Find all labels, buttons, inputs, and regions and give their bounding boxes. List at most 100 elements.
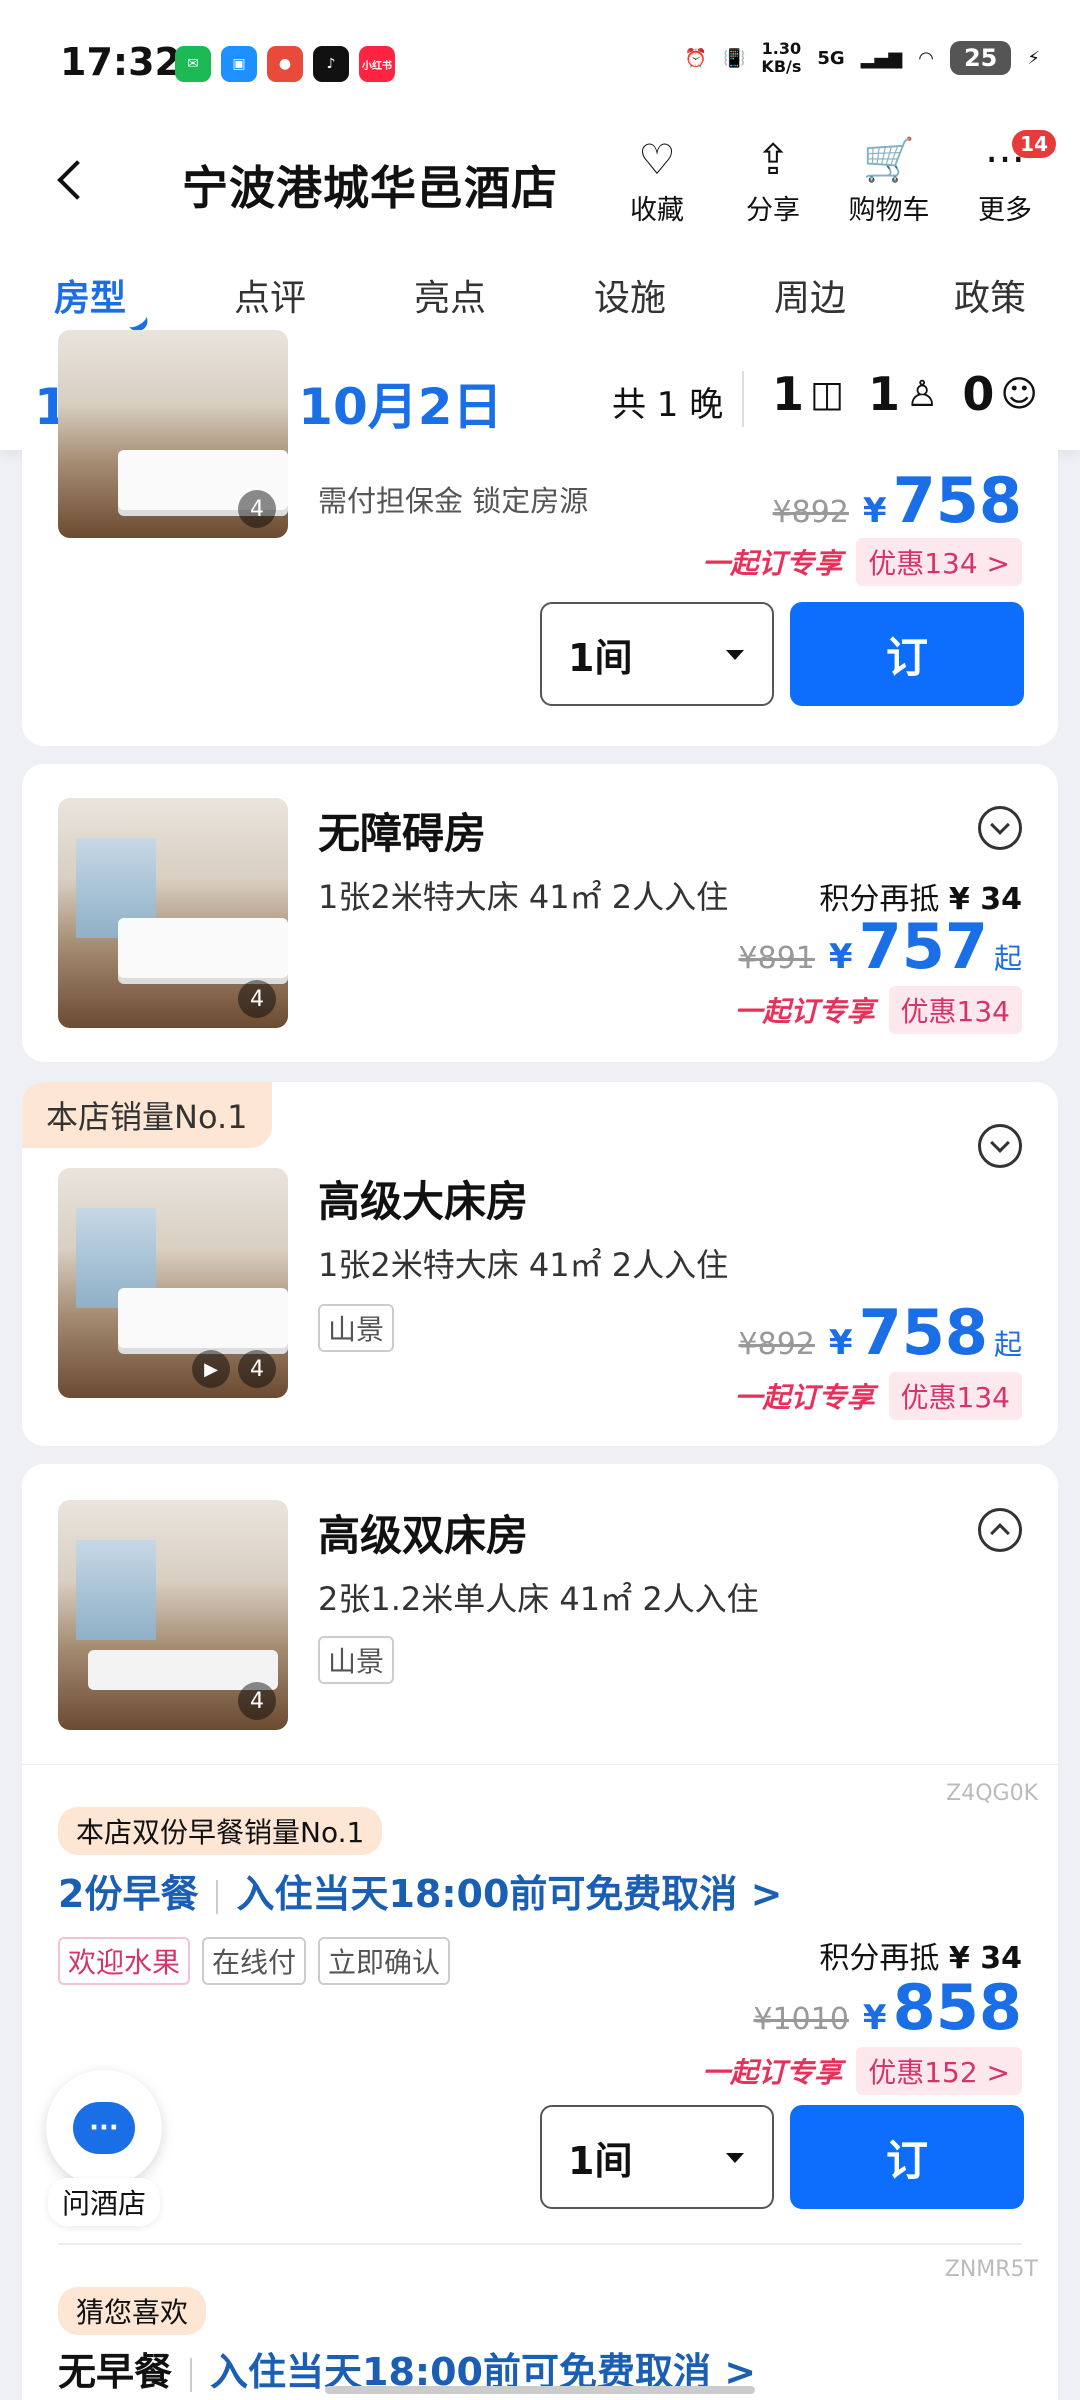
room-spec: 2张1.2米单人床 41㎡ 2人入住 — [318, 1580, 759, 1618]
chat-icon[interactable]: ··· — [46, 2070, 162, 2186]
tag-label: 山景 — [318, 1304, 395, 1352]
share-action[interactable]: ⇪ 分享 — [728, 134, 818, 227]
discount-badge: 优惠134 — [888, 986, 1022, 1034]
more-action[interactable]: ··· 更多 14 — [960, 130, 1056, 227]
chat-bubble: ··· — [73, 2102, 135, 2154]
adult-count: 1 — [868, 367, 901, 421]
currency: ¥ — [828, 937, 853, 977]
play-icon[interactable]: ▶ — [192, 1350, 230, 1388]
book-button[interactable]: 订 — [790, 2105, 1024, 2209]
plan-tag: 在线付 — [202, 1937, 307, 1985]
promo-row[interactable]: 一起订专享 优惠152 > — [702, 2047, 1022, 2095]
room-card[interactable]: 本店销量No.1 ▶ 4 高级大床房 1张2米特大床 41㎡ 2人入住 山景 ¥… — [22, 1082, 1058, 1446]
tab-2[interactable]: 亮点 — [414, 269, 486, 321]
bed-shape — [118, 918, 288, 978]
room-quantity-select[interactable]: 1间 — [540, 602, 774, 706]
nights-count: 共 1 晚 — [612, 385, 724, 425]
wifi-icon: ◠ — [918, 47, 934, 69]
hotel-title: 宁波港城华邑酒店 — [182, 161, 558, 215]
action-label: 收藏 — [630, 195, 684, 226]
bestseller-badge: 本店销量No.1 — [22, 1082, 272, 1148]
price: 757 — [858, 910, 988, 983]
dropdown-arrow-icon — [726, 650, 744, 660]
photo-count: 4 — [238, 980, 276, 1018]
plan-code: ZNMR5T — [944, 2257, 1038, 2282]
notification-badge: 14 — [1012, 130, 1056, 158]
divider — [190, 2357, 193, 2392]
plan-badge: 本店双份早餐销量No.1 — [58, 1807, 383, 1855]
price: 758 — [892, 464, 1022, 537]
promo-brand: 一起订专享 — [702, 547, 843, 580]
price-row: ¥892 ¥ 758 起 — [739, 1296, 1022, 1369]
price-row: ¥1010 ¥ 858 — [753, 1971, 1022, 2044]
plan-tags: 欢迎水果 在线付 立即确认 — [58, 1937, 451, 1985]
ask-hotel-label: 问酒店 — [47, 2178, 160, 2226]
back-arrow-icon — [57, 160, 97, 200]
dropdown-arrow-icon — [726, 2153, 744, 2163]
original-price: ¥892 — [738, 1327, 815, 1362]
room-photo[interactable]: 4 — [58, 798, 288, 1028]
room-card[interactable]: 4 无障碍房 1张2米特大床 41㎡ 2人入住 积分再抵 ¥ 34 ¥891 ¥… — [22, 764, 1058, 1062]
view-tag: 山景 — [318, 1636, 395, 1684]
xiaohongshu-icon: 小红书 — [359, 46, 395, 82]
room-photo[interactable]: 4 — [58, 1500, 288, 1730]
tab-4[interactable]: 周边 — [774, 269, 846, 321]
cart-action[interactable]: 🛒 购物车 — [844, 134, 934, 227]
original-price: ¥1010 — [753, 2002, 849, 2037]
person-icon: ♙ — [906, 373, 939, 415]
signal-icon: ▂▄▆ — [860, 47, 903, 69]
status-bar: 17:32 ✉ ▣ ● ♪ 小红书 ⏰ 📳 1.30 KB/s 5G ▂▄▆ ◠ 25 … — [0, 0, 1080, 120]
currency: ¥ — [828, 1323, 853, 1363]
tab-5[interactable]: 政策 — [954, 269, 1026, 321]
price-from: 起 — [993, 942, 1022, 975]
home-indicator[interactable] — [325, 2386, 755, 2394]
heart-plus-icon: ♡ — [638, 135, 676, 184]
price: 858 — [892, 1971, 1022, 2044]
cart-icon: 🛒 — [862, 135, 916, 184]
back-button[interactable] — [40, 150, 100, 210]
tab-1[interactable]: 点评 — [234, 269, 306, 321]
discount-badge[interactable]: 优惠152 > — [856, 2047, 1022, 2095]
expand-chevron-icon[interactable] — [978, 806, 1022, 850]
room-photo[interactable]: ▶ 4 — [58, 1168, 288, 1398]
book-button[interactable]: 订 — [790, 602, 1024, 706]
header-actions: ♡ 收藏 ⇪ 分享 🛒 购物车 ··· 更多 14 — [612, 130, 1056, 227]
network-type: 5G — [817, 47, 845, 69]
system-indicators: ⏰ 📳 1.30 KB/s 5G ▂▄▆ ◠ 25 ⚡ — [685, 40, 1040, 76]
price: 758 — [858, 1296, 988, 1369]
room-quantity-select[interactable]: 1间 — [540, 2105, 774, 2209]
plan-summary[interactable]: 2份早餐 入住当天18:00前可免费取消 > — [58, 1863, 782, 1918]
divider — [742, 371, 744, 427]
action-label: 分享 — [746, 195, 800, 226]
heart-plus-action[interactable]: ♡ 收藏 — [612, 134, 702, 227]
room-spec: 1张2米特大床 41㎡ 2人入住 — [318, 878, 729, 916]
divider — [58, 2243, 1022, 2245]
room-photo[interactable]: 4 — [58, 330, 288, 538]
ask-hotel-button[interactable]: ··· 问酒店 — [44, 2070, 164, 2226]
room-card-expanded: 4 高级双床房 2张1.2米单人床 41㎡ 2人入住 山景 Z4QG0K 本店双… — [22, 1464, 1058, 2400]
view-tag: 山景 — [318, 1304, 395, 1352]
plan-tag: 立即确认 — [318, 1937, 451, 1985]
cancel-policy: 入住当天18:00前可免费取消 > — [236, 1872, 783, 1916]
guest-selector[interactable]: 1 ◫ 1 ♙ 0 ☺ — [772, 367, 1056, 421]
tab-3[interactable]: 设施 — [594, 269, 666, 321]
child-icon: ☺ — [1000, 373, 1038, 415]
breakfast-info: 无早餐 — [58, 2350, 173, 2394]
tab-0[interactable]: 房型 — [54, 269, 126, 321]
expand-chevron-icon[interactable] — [978, 1124, 1022, 1168]
collapse-chevron-icon[interactable] — [978, 1508, 1022, 1552]
promo-brand: 一起订专享 — [734, 1381, 875, 1414]
promo-row[interactable]: 一起订专享 优惠134 > — [702, 538, 1022, 586]
currency: ¥ — [862, 1998, 887, 2038]
clock: 17:32 — [60, 40, 181, 84]
divider — [216, 1879, 219, 1914]
quantity-value: 1间 — [568, 635, 633, 680]
app-red-icon: ● — [267, 46, 303, 82]
guarantee-note: 需付担保金 锁定房源 — [318, 484, 589, 518]
discount-badge: 优惠134 — [888, 1372, 1022, 1420]
charging-icon: ⚡ — [1027, 47, 1040, 69]
door-icon: ◫ — [810, 373, 845, 415]
plan-code: Z4QG0K — [946, 1781, 1038, 1806]
discount-badge[interactable]: 优惠134 > — [856, 538, 1022, 586]
tiktok-icon: ♪ — [313, 46, 349, 82]
